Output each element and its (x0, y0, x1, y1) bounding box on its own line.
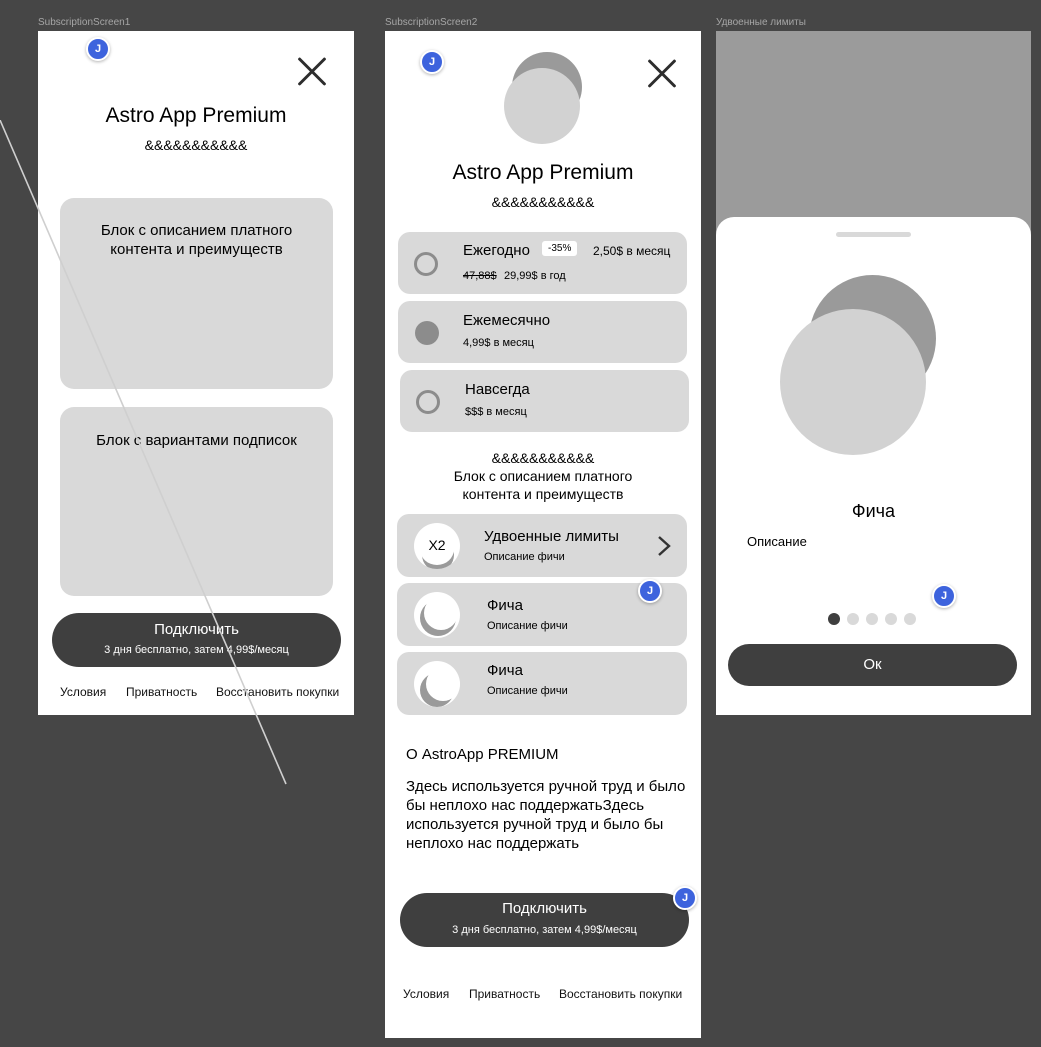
pager-dot[interactable] (885, 613, 897, 625)
radio-selected-icon[interactable] (415, 321, 439, 345)
page-indicator[interactable] (828, 613, 928, 625)
crescent-icon (414, 661, 460, 707)
about-title: О AstroApp PREMIUM (406, 746, 559, 763)
plan-option-forever[interactable]: Навсегда $$$ в месяц (400, 370, 689, 432)
privacy-link[interactable]: Приватность (469, 987, 540, 1001)
benefits-line-2: Блок с описанием платного (453, 468, 633, 484)
crescent-icon (414, 592, 460, 638)
benefits-block-label: Блок с описанием платного контента и пре… (100, 222, 293, 258)
subscription-screen-1: J Astro App Premium &&&&&&&&&&& Блок с о… (38, 31, 354, 715)
plan-name: Навсегда (465, 381, 530, 398)
discount-badge: -35% (542, 241, 578, 256)
restore-purchases-link[interactable]: Восстановить покупки (216, 685, 339, 699)
pager-dot[interactable] (847, 613, 859, 625)
plan-option-monthly[interactable]: Ежемесячно 4,99$ в месяц (398, 301, 687, 363)
feature-illustration-icon (780, 275, 936, 455)
collaborator-avatar[interactable]: J (420, 50, 444, 74)
plan-old-price: 47,88$ (463, 270, 497, 282)
plan-per-month: 2,50$ в месяц (593, 244, 671, 258)
subscribe-button[interactable]: Подключить 3 дня бесплатно, затем 4,99$/… (52, 613, 341, 667)
pager-dot[interactable] (828, 613, 840, 625)
collaborator-avatar[interactable]: J (932, 584, 956, 608)
radio-unselected-icon[interactable] (416, 390, 440, 414)
subscribe-button-label: Подключить (502, 900, 587, 917)
chevron-right-icon (658, 536, 671, 556)
plan-price: $$$ в месяц (465, 406, 527, 418)
feature-detail-screen: Фича Описание J Ок (716, 31, 1031, 715)
radio-unselected-icon[interactable] (414, 252, 438, 276)
feature-description: Описание (747, 534, 807, 549)
plan-price: 29,99$ в год (504, 270, 566, 282)
page-title: Astro App Premium (452, 161, 634, 184)
feature-title: Фича (487, 662, 523, 679)
terms-link[interactable]: Условия (60, 685, 106, 699)
plans-block: Блок с вариантами подписок (60, 407, 333, 596)
collaborator-avatar[interactable]: J (638, 579, 662, 603)
plans-block-label: Блок с вариантами подписок (96, 432, 297, 449)
feature-desc: Описание фичи (487, 620, 568, 632)
benefits-line-3: контента и преимуществ (462, 486, 624, 502)
feature-desc: Описание фичи (487, 685, 568, 697)
x2-icon: X2 (414, 523, 460, 569)
plan-price: 4,99$ в месяц (463, 337, 534, 349)
plan-name: Ежемесячно (463, 312, 551, 329)
subscribe-button-sub: 3 дня бесплатно, затем 4,99$/месяц (104, 644, 289, 656)
bottom-sheet: Фича Описание J Ок (716, 217, 1031, 715)
feature-desc: Описание фичи (484, 551, 565, 563)
benefits-description: &&&&&&&&&&& Блок с описанием платного ко… (385, 449, 701, 503)
feature-title: Фича (487, 597, 523, 614)
feature-row[interactable]: Фича Описание фичи (397, 652, 687, 715)
pager-dot[interactable] (904, 613, 916, 625)
close-icon[interactable] (296, 56, 328, 88)
page-title: Astro App Premium (105, 104, 287, 127)
ok-button[interactable]: Ок (728, 644, 1017, 686)
frame-label-screen2: SubscriptionScreen2 (385, 17, 478, 28)
terms-link[interactable]: Условия (403, 987, 449, 1001)
about-text: Здесь используется ручной труд и было бы… (406, 778, 686, 852)
restore-purchases-link[interactable]: Восстановить покупки (559, 987, 682, 1001)
collaborator-avatar[interactable]: J (86, 37, 110, 61)
page-subtitle: &&&&&&&&&&& (144, 137, 248, 153)
frame-label-screen3: Удвоенные лимиты (716, 17, 806, 28)
privacy-link[interactable]: Приватность (126, 685, 197, 699)
subscribe-button-label: Подключить (154, 621, 239, 638)
close-icon[interactable] (646, 58, 678, 90)
feature-row-double-limits[interactable]: X2 Удвоенные лимиты Описание фичи (397, 514, 687, 577)
ok-button-label: Ок (863, 656, 882, 673)
benefits-line-1: &&&&&&&&&&& (491, 450, 595, 466)
sheet-grabber[interactable] (836, 232, 911, 237)
benefits-block: Блок с описанием платного контента и пре… (60, 198, 333, 389)
subscribe-button-sub: 3 дня бесплатно, затем 4,99$/месяц (452, 924, 637, 936)
frame-label-screen1: SubscriptionScreen1 (38, 17, 131, 28)
collaborator-avatar[interactable]: J (673, 886, 697, 910)
subscribe-button[interactable]: Подключить 3 дня бесплатно, затем 4,99$/… (400, 893, 689, 947)
page-subtitle: &&&&&&&&&&& (491, 194, 595, 210)
plan-name: Ежегодно (463, 242, 530, 259)
feature-title: Удвоенные лимиты (484, 528, 619, 545)
premium-illustration-icon (504, 52, 582, 144)
feature-title: Фича (851, 501, 896, 521)
subscription-screen-2: J Astro App Premium &&&&&&&&&&& Ежегодно… (385, 31, 701, 1038)
pager-dot[interactable] (866, 613, 878, 625)
plan-option-yearly[interactable]: Ежегодно -35% 2,50$ в месяц 47,88$ 29,99… (398, 232, 687, 294)
